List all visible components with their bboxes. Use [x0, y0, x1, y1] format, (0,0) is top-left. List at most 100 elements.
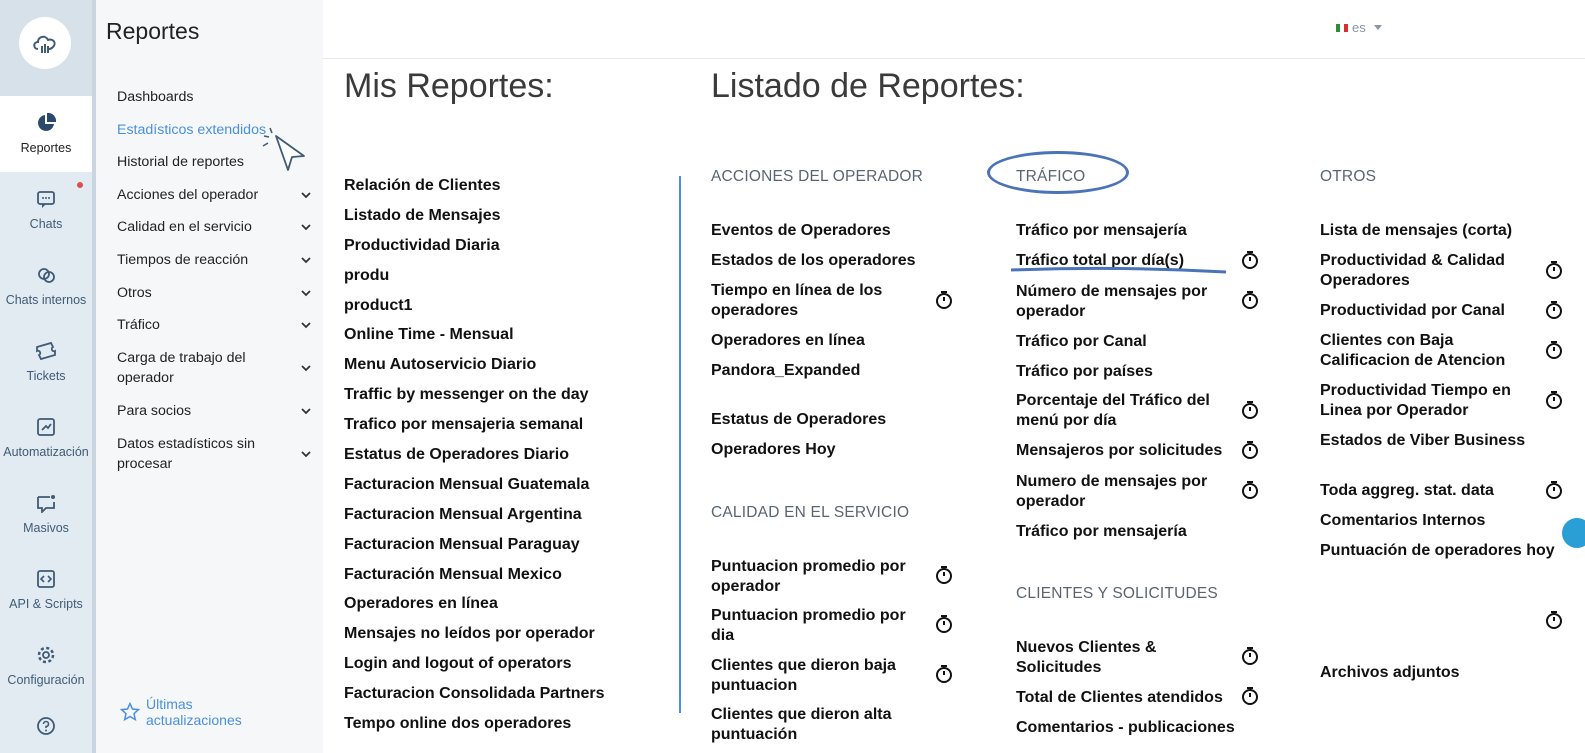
sidebar-item-calidad[interactable]: Calidad en el servicio [117, 217, 312, 237]
report-link[interactable]: Estatus de Operadores [711, 410, 886, 430]
report-link[interactable]: Productividad & Calidad Operadores [1320, 251, 1525, 291]
reports-sidebar: Reportes Dashboards Estadísticos extendi… [96, 0, 323, 753]
report-link[interactable]: Clientes que dieron baja puntuacion [711, 656, 916, 696]
report-link[interactable]: Estados de los operadores [711, 251, 916, 271]
report-link[interactable]: Mensajeros por solicitudes [1016, 441, 1222, 461]
stopwatch-icon[interactable] [1545, 260, 1563, 280]
report-link[interactable]: Nuevos Clientes & Solicitudes [1016, 638, 1216, 678]
stopwatch-icon[interactable] [935, 614, 953, 634]
stopwatch-icon[interactable] [1241, 400, 1259, 420]
sidebar-item-label: Estadísticos extendidos [117, 122, 267, 138]
report-link[interactable]: Puntuación de operadores hoy [1320, 541, 1580, 561]
report-link[interactable]: Tráfico por mensajería [1016, 522, 1187, 542]
report-link[interactable]: Tráfico por mensajería [1016, 221, 1187, 241]
sidebar-item-otros[interactable]: Otros [117, 283, 312, 303]
stopwatch-icon[interactable] [1241, 250, 1259, 270]
report-link[interactable]: Tráfico por Canal [1016, 332, 1147, 352]
report-link[interactable]: Mensajes no leídos por operador [344, 624, 605, 654]
stopwatch-icon[interactable] [1241, 440, 1259, 460]
rail-item-help[interactable] [0, 710, 92, 750]
report-link[interactable]: Listado de Mensajes [344, 206, 605, 236]
report-link[interactable]: Facturacion Consolidada Partners [344, 684, 605, 714]
rail-item-chats-internos[interactable]: Chats internos [0, 248, 92, 324]
stopwatch-icon[interactable] [1545, 480, 1563, 500]
rail-item-reportes[interactable]: Reportes [0, 96, 92, 172]
report-link[interactable]: Operadores en línea [711, 331, 865, 351]
sidebar-item-datos-sin-procesar[interactable]: Datos estadísticos sin procesar [117, 434, 312, 474]
caret-down-icon [1373, 25, 1382, 30]
report-link[interactable]: Facturación Mensual Mexico [344, 565, 605, 595]
rail-item-tickets[interactable]: Tickets [0, 324, 92, 400]
sidebar-item-acciones-operador[interactable]: Acciones del operador [117, 185, 312, 205]
ultimas-actualizaciones-link[interactable]: Últimas actualizaciones [120, 696, 256, 728]
report-link[interactable]: Menu Autoservicio Diario [344, 355, 605, 385]
report-link[interactable]: Productividad por Canal [1320, 301, 1505, 321]
report-link[interactable]: Estados de Viber Business [1320, 431, 1525, 451]
report-link[interactable]: Clientes con Baja Calificacion de Atenci… [1320, 331, 1535, 371]
sidebar-item-label: Tráfico [117, 317, 160, 333]
report-link[interactable]: Facturacion Mensual Guatemala [344, 475, 605, 505]
star-icon [120, 702, 140, 722]
report-link[interactable]: Porcentaje del Tráfico del menú por día [1016, 391, 1236, 431]
report-link[interactable]: Numero de mensajes por operador [1016, 472, 1236, 512]
report-link[interactable]: produ [344, 266, 605, 296]
language-selector[interactable]: es [1336, 20, 1382, 35]
stopwatch-icon[interactable] [1241, 686, 1259, 706]
report-link[interactable]: Online Time - Mensual [344, 325, 605, 355]
report-link[interactable]: Comentarios - publicaciones [1016, 718, 1235, 735]
report-link[interactable]: Pandora_Expanded [711, 361, 860, 381]
report-link[interactable]: Operadores Hoy [711, 440, 835, 460]
sidebar-item-tiempos[interactable]: Tiempos de reacción [117, 250, 312, 270]
notification-dot [77, 182, 83, 188]
stopwatch-icon[interactable] [935, 565, 953, 585]
stopwatch-icon[interactable] [1241, 480, 1259, 500]
report-link[interactable]: Productividad Diaria [344, 236, 605, 266]
report-link[interactable]: Puntuacion promedio por operador [711, 557, 916, 597]
report-link[interactable]: Número de mensajes por operador [1016, 282, 1236, 322]
stopwatch-icon[interactable] [1545, 340, 1563, 360]
report-link[interactable]: Tráfico por países [1016, 362, 1153, 382]
report-link[interactable]: Comentarios Internos [1320, 511, 1485, 531]
report-link[interactable]: Eventos de Operadores [711, 221, 891, 241]
report-link[interactable]: Puntuacion promedio por dia [711, 606, 916, 646]
report-link[interactable]: Operadores en línea [344, 594, 605, 624]
report-link[interactable]: product1 [344, 296, 605, 326]
cloud-logo-icon[interactable] [19, 17, 71, 69]
stopwatch-icon[interactable] [1545, 300, 1563, 320]
report-link[interactable]: Total de Clientes atendidos [1016, 688, 1223, 708]
report-link[interactable]: Clientes que dieron alta puntuación [711, 705, 916, 745]
rail-label: Chats [29, 217, 63, 231]
stopwatch-icon[interactable] [935, 290, 953, 310]
report-link[interactable]: Tempo online dos operadores [344, 714, 605, 744]
report-link[interactable]: Trafico por mensajeria semanal [344, 415, 605, 445]
rail-item-api-scripts[interactable]: API & Scripts [0, 552, 92, 628]
help-widget-button[interactable] [1562, 518, 1585, 548]
report-link[interactable]: Estatus de Operadores Diario [344, 445, 605, 475]
sidebar-item-para-socios[interactable]: Para socios [117, 401, 312, 421]
sidebar-item-dashboards[interactable]: Dashboards [117, 87, 312, 107]
stopwatch-icon[interactable] [1241, 290, 1259, 310]
report-link[interactable]: Relación de Clientes [344, 176, 605, 206]
sidebar-item-carga-trabajo[interactable]: Carga de trabajo del operador [117, 348, 312, 388]
sidebar-item-trafico[interactable]: Tráfico [117, 315, 312, 335]
report-link[interactable]: Productividad Tiempo en Linea por Operad… [1320, 381, 1535, 421]
report-link[interactable]: Archivos adjuntos [1320, 663, 1460, 683]
report-link[interactable]: Facturacion Mensual Paraguay [344, 535, 605, 565]
rail-item-configuracion[interactable]: Configuración [0, 628, 92, 704]
report-link[interactable]: Lista de mensajes (corta) [1320, 221, 1512, 241]
report-link[interactable]: Facturacion Mensual Argentina [344, 505, 605, 535]
stopwatch-icon[interactable] [935, 664, 953, 684]
rail-item-automatizacion[interactable]: Automatización [0, 400, 92, 476]
report-link[interactable]: Toda aggreg. stat. data [1320, 481, 1494, 501]
chevron-down-icon [301, 408, 311, 415]
automation-icon [37, 418, 55, 436]
stopwatch-icon[interactable] [1545, 610, 1563, 630]
report-link[interactable]: Login and logout of operators [344, 654, 605, 684]
stopwatch-icon[interactable] [1545, 390, 1563, 410]
rail-item-masivos[interactable]: Masivos [0, 476, 92, 552]
report-link[interactable]: Tiempo en línea de los operadores [711, 281, 911, 321]
app-rail: Reportes Chats Chats internos Tickets Au… [0, 0, 92, 753]
report-link[interactable]: Traffic by messenger on the day [344, 385, 605, 415]
sidebar-item-label: Datos estadísticos sin procesar [117, 436, 255, 472]
stopwatch-icon[interactable] [1241, 646, 1259, 666]
